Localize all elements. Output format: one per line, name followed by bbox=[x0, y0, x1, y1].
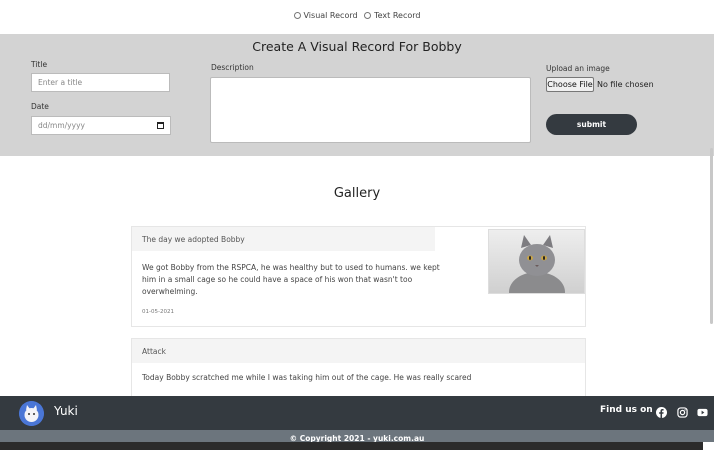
title-input[interactable]: Enter a title bbox=[31, 73, 170, 92]
calendar-icon[interactable] bbox=[157, 122, 164, 129]
record-type-selector: Visual Record Text Record bbox=[0, 11, 714, 21]
gallery-heading: Gallery bbox=[333, 186, 381, 201]
copyright: © Copyright 2021 - yuki.com.au bbox=[0, 430, 714, 443]
text-record-radio[interactable] bbox=[364, 12, 372, 19]
record-title: Attack bbox=[132, 339, 585, 363]
record-body-line: him in a small cage so he could have a s… bbox=[142, 275, 413, 284]
visual-record-option[interactable]: Visual Record bbox=[293, 11, 358, 20]
form-heading: Create A Visual Record For Bobby bbox=[252, 39, 462, 54]
cat-image bbox=[489, 230, 584, 293]
date-placeholder: dd/mm/yyyy bbox=[38, 121, 85, 130]
title-placeholder: Enter a title bbox=[38, 78, 83, 87]
record-card: The day we adopted Bobby We got Bobby fr… bbox=[131, 226, 586, 327]
date-input[interactable]: dd/mm/yyyy bbox=[31, 116, 171, 135]
text-record-label: Text Record bbox=[374, 11, 421, 20]
title-label: Title bbox=[31, 60, 48, 69]
record-body-line: Today Bobby scratched me while I was tak… bbox=[142, 373, 472, 382]
avatar bbox=[19, 401, 44, 426]
find-us-label: Find us on bbox=[600, 405, 653, 415]
record-body-line: overwhelming. bbox=[142, 287, 198, 296]
file-status: No file chosen bbox=[597, 80, 654, 89]
record-body: Today Bobby scratched me while I was tak… bbox=[142, 372, 471, 384]
visual-record-label: Visual Record bbox=[303, 11, 358, 20]
record-date: 01-05-2021 bbox=[142, 309, 174, 315]
text-record-option[interactable]: Text Record bbox=[364, 11, 421, 20]
brand-name[interactable]: Yuki bbox=[54, 404, 78, 418]
cat-avatar-icon bbox=[19, 401, 44, 426]
cat-photo bbox=[488, 229, 585, 294]
record-card: Attack Today Bobby scratched me while I … bbox=[131, 338, 586, 398]
record-body: We got Bobby from the RSPCA, he was heal… bbox=[142, 262, 440, 298]
instagram-icon[interactable] bbox=[677, 407, 688, 418]
visual-record-radio[interactable] bbox=[293, 12, 301, 19]
facebook-icon[interactable] bbox=[656, 407, 667, 418]
scrollbar[interactable] bbox=[710, 148, 713, 324]
choose-file-button[interactable]: Choose File bbox=[546, 77, 594, 92]
date-label: Date bbox=[31, 102, 49, 111]
description-textarea[interactable] bbox=[210, 77, 531, 143]
submit-button[interactable]: submit bbox=[546, 114, 637, 135]
upload-label: Upload an image bbox=[546, 64, 610, 73]
page-bottom-edge bbox=[0, 442, 703, 450]
youtube-icon[interactable] bbox=[697, 407, 708, 418]
footer: Yuki Find us on bbox=[0, 396, 714, 430]
description-label: Description bbox=[211, 63, 254, 72]
record-title: The day we adopted Bobby bbox=[132, 227, 435, 251]
record-body-line: We got Bobby from the RSPCA, he was heal… bbox=[142, 263, 440, 272]
